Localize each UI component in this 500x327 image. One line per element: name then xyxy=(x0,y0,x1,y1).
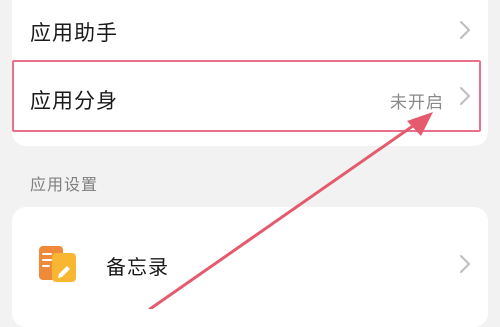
app-clone-status: 未开启 xyxy=(390,93,444,113)
chevron-right-icon xyxy=(460,21,470,39)
chevron-right-icon xyxy=(460,255,470,273)
memo-app-label: 备忘录 xyxy=(106,255,169,279)
row-app-clone[interactable]: 应用分身 未开启 xyxy=(12,62,488,130)
section-header-app-settings: 应用设置 xyxy=(30,175,99,194)
row-app-assistant[interactable]: 应用助手 xyxy=(12,8,488,52)
chevron-right-icon xyxy=(460,87,470,105)
app-assistant-label: 应用助手 xyxy=(30,21,118,45)
row-app-memo[interactable] xyxy=(12,228,488,300)
app-clone-label: 应用分身 xyxy=(30,89,118,113)
memo-app-icon xyxy=(39,246,76,282)
